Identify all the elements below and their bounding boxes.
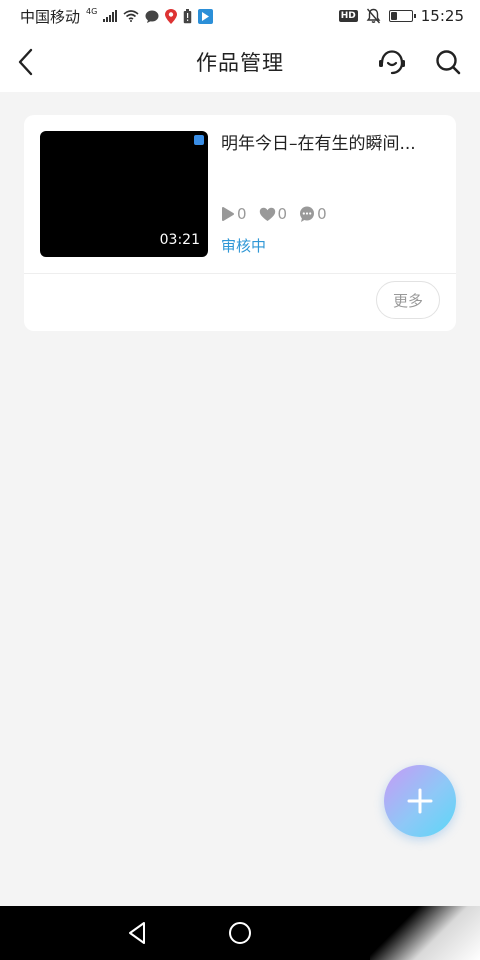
add-work-button[interactable] xyxy=(384,765,456,837)
like-count: 0 xyxy=(277,205,288,223)
video-thumbnail[interactable]: 03:21 xyxy=(40,131,208,257)
search-button[interactable] xyxy=(430,44,466,80)
nav-back-button[interactable] xyxy=(124,919,152,947)
like-count-stat: 0 xyxy=(259,205,288,223)
signal-icon xyxy=(103,8,118,24)
video-stats: 0 0 0 xyxy=(221,205,327,223)
wifi-icon xyxy=(123,8,139,24)
comment-icon xyxy=(300,206,315,222)
customer-service-button[interactable] xyxy=(374,44,410,80)
play-count-stat: 0 xyxy=(221,205,247,223)
mute-bell-icon xyxy=(366,8,381,24)
heart-icon xyxy=(259,207,275,221)
video-badge-icon xyxy=(194,135,204,145)
back-button[interactable] xyxy=(10,46,42,78)
play-icon xyxy=(222,207,234,221)
status-left: 中国移动 4G xyxy=(20,6,214,27)
nav-gesture-area xyxy=(370,906,480,960)
nav-home-button[interactable] xyxy=(226,919,254,947)
status-time: 15:25 xyxy=(420,7,464,25)
battery-level-fill xyxy=(390,12,398,20)
app-icon xyxy=(198,8,214,24)
customer-service-icon xyxy=(379,50,405,75)
hd-badge: HD xyxy=(338,10,358,22)
back-arrow-icon xyxy=(18,48,33,76)
location-pin-icon xyxy=(165,8,178,24)
plus-icon xyxy=(407,788,433,814)
comment-count: 0 xyxy=(317,205,327,223)
message-icon xyxy=(145,8,159,24)
card-divider xyxy=(24,273,456,274)
network-type-badge: 4G xyxy=(86,6,98,16)
app-header: 作品管理 xyxy=(0,32,480,92)
nav-home-icon xyxy=(229,922,251,944)
page-title: 作品管理 xyxy=(196,51,284,75)
status-bar: 中国移动 4G HD 15:25 xyxy=(0,0,480,32)
search-icon xyxy=(436,50,461,75)
play-count: 0 xyxy=(237,205,247,223)
more-button[interactable]: 更多 xyxy=(376,281,440,319)
battery-icon xyxy=(388,10,416,22)
status-right: HD 15:25 xyxy=(338,7,464,25)
comment-count-stat: 0 xyxy=(299,205,327,223)
video-duration: 03:21 xyxy=(159,232,200,248)
video-title[interactable]: 明年今日–在有生的瞬间... xyxy=(221,131,421,157)
work-card[interactable]: 03:21 明年今日–在有生的瞬间... 0 0 0 审核中 更多 xyxy=(24,115,456,331)
nav-back-icon xyxy=(129,922,145,944)
review-status-label: 审核中 xyxy=(221,237,267,255)
system-nav-bar xyxy=(0,906,480,960)
battery-alert-icon xyxy=(183,8,192,24)
carrier-name: 中国移动 xyxy=(20,7,81,26)
